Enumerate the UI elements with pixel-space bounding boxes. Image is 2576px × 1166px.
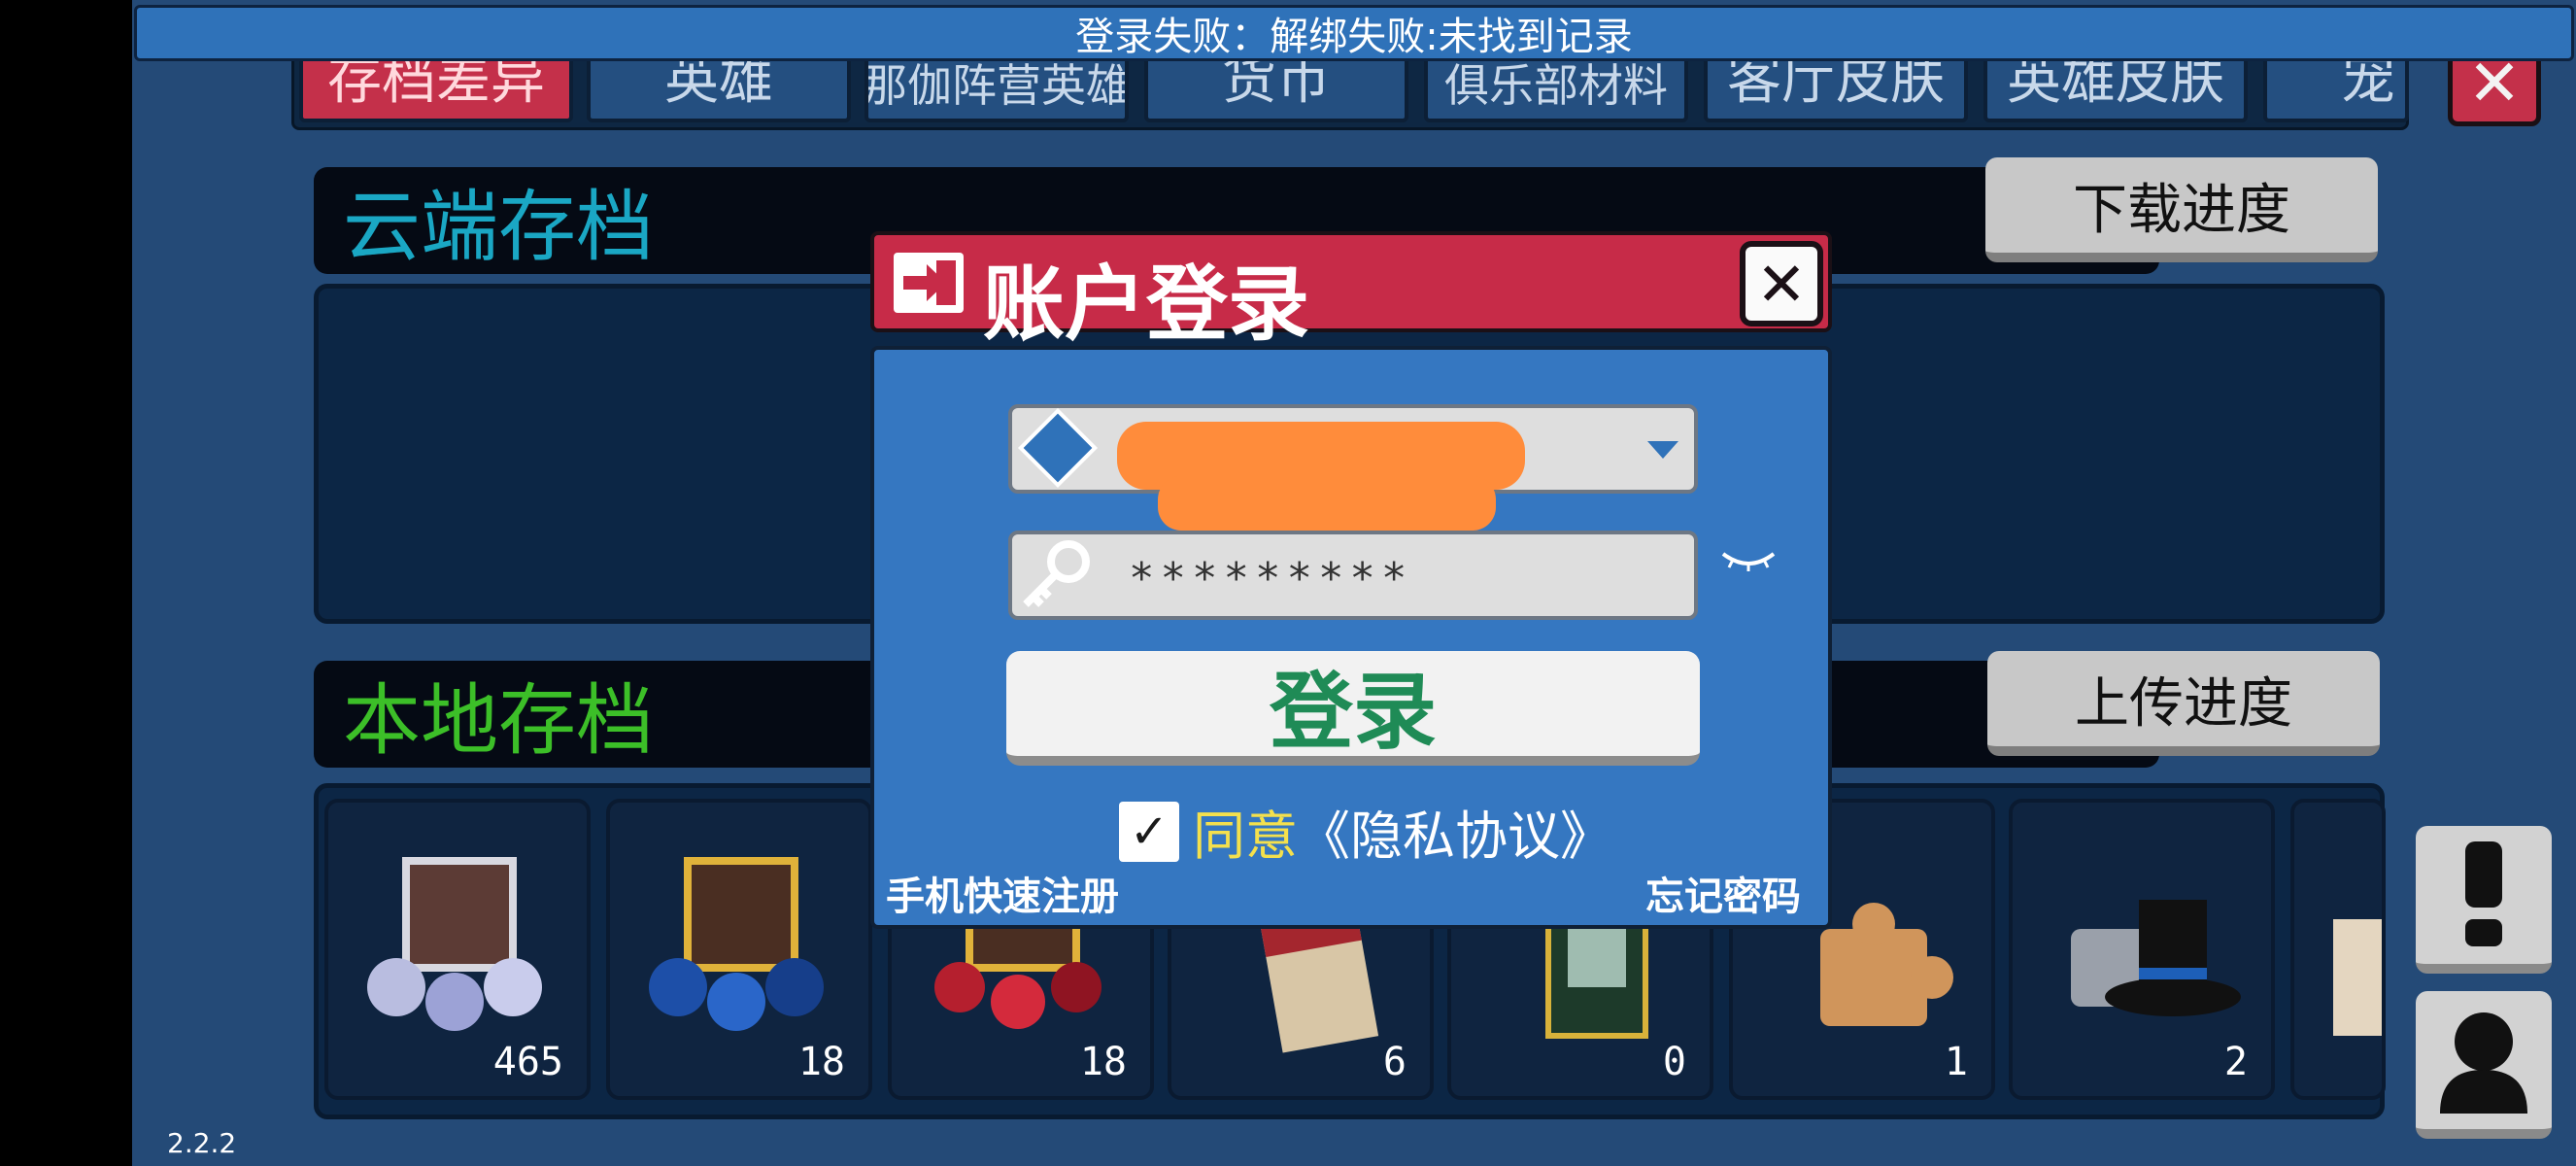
scroll-icon <box>2333 919 2382 1036</box>
login-button[interactable]: 登录 <box>1006 651 1700 766</box>
account-button[interactable] <box>2416 991 2552 1139</box>
dialog-title: 账户登录 <box>983 257 1310 352</box>
save-item-slot[interactable] <box>2290 799 2386 1100</box>
phone-register-link[interactable]: 手机快速注册 <box>886 865 1119 921</box>
forgot-password-link[interactable]: 忘记密码 <box>1645 865 1801 921</box>
upload-progress-button[interactable]: 上传进度 <box>1987 651 2380 756</box>
save-item-slot[interactable]: 2 <box>2009 799 2275 1100</box>
download-progress-label: 下载进度 <box>2073 178 2290 242</box>
login-dialog-header: 账户登录 ✕ <box>870 231 1832 352</box>
version-label: 2.2.2 <box>167 1127 237 1159</box>
item-count: 2 <box>2223 1040 2248 1084</box>
item-count: 0 <box>1662 1040 1686 1084</box>
item-count: 18 <box>797 1040 845 1084</box>
gold-gem-chest-icon <box>649 857 824 1031</box>
error-toast: 登录失败：解绑失败:未找到记录 <box>134 5 2574 61</box>
dialog-close-button[interactable]: ✕ <box>1740 241 1823 326</box>
login-icon <box>894 253 964 313</box>
password-field[interactable]: ********* <box>1008 531 1698 620</box>
local-save-title: 本地存档 <box>343 675 654 766</box>
agree-label: 同意 <box>1193 806 1298 867</box>
account-diamond-icon <box>1017 408 1099 489</box>
eye-closed-icon[interactable] <box>1719 544 1778 573</box>
privacy-policy-link[interactable]: 《隐私协议》 <box>1298 793 1612 870</box>
silver-gem-chest-icon <box>367 857 542 1031</box>
login-button-label: 登录 <box>1270 663 1437 761</box>
chevron-down-icon[interactable] <box>1647 441 1678 459</box>
item-count: 6 <box>1382 1040 1407 1084</box>
exclamation-icon <box>2465 841 2502 946</box>
password-value: ********* <box>1129 554 1413 603</box>
item-count: 1 <box>1944 1040 1968 1084</box>
toast-message: 登录失败：解绑失败:未找到记录 <box>1075 15 1633 59</box>
save-item-slot[interactable]: 18 <box>606 799 872 1100</box>
save-item-slot[interactable]: 465 <box>324 799 591 1100</box>
download-progress-button[interactable]: 下载进度 <box>1985 157 2378 262</box>
redaction-mark <box>1158 476 1496 531</box>
check-icon: ✓ <box>1129 804 1169 859</box>
top-hat-icon <box>2071 900 2241 1016</box>
account-select[interactable] <box>1008 404 1698 531</box>
agree-checkbox[interactable]: ✓ <box>1119 801 1179 862</box>
item-count: 465 <box>492 1040 563 1084</box>
login-dialog: ********* 登录 ✓ 同意 《隐私协议》 手机快速注册 忘记密码 <box>870 346 1832 929</box>
privacy-agreement: ✓ 同意 《隐私协议》 <box>1119 793 1612 870</box>
user-icon <box>2440 1012 2527 1114</box>
key-icon <box>1023 540 1090 607</box>
close-icon: ✕ <box>1756 248 1807 320</box>
upload-progress-label: 上传进度 <box>2075 671 2292 736</box>
notice-button[interactable] <box>2416 826 2552 974</box>
item-count: 18 <box>1079 1040 1127 1084</box>
cloud-save-title: 云端存档 <box>343 182 654 272</box>
